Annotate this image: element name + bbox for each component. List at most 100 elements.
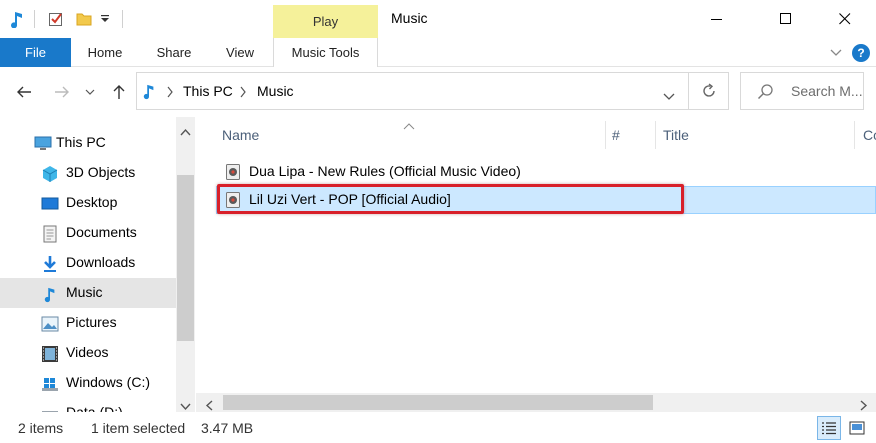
item-count: 2 items [18, 420, 64, 436]
music-icon [41, 285, 59, 303]
nav-item-label: 3D Objects [66, 164, 136, 180]
nav-item-label: Data (D:) [66, 404, 123, 412]
tab-music-tools[interactable]: Music Tools [273, 38, 378, 68]
scrollbar-thumb[interactable] [223, 395, 653, 410]
nav-item-desktop[interactable]: Desktop [0, 188, 176, 218]
new-folder-icon[interactable] [72, 7, 96, 31]
nav-item-documents[interactable]: Documents [0, 218, 176, 248]
nav-item-3d-objects[interactable]: 3D Objects [0, 158, 176, 188]
address-bar[interactable]: This PC Music [136, 72, 689, 110]
column-divider[interactable] [854, 121, 855, 149]
3d-objects-icon [41, 165, 59, 183]
nav-item-pictures[interactable]: Pictures [0, 308, 176, 338]
back-button[interactable] [12, 80, 36, 104]
tab-home[interactable]: Home [76, 38, 134, 67]
nav-item-downloads[interactable]: Downloads [0, 248, 176, 278]
maximize-button[interactable] [763, 0, 809, 38]
sort-ascending-icon [403, 117, 415, 133]
search-placeholder: Search M... [791, 83, 863, 99]
address-history-dropdown[interactable] [663, 88, 675, 104]
tab-file[interactable]: File [0, 38, 71, 67]
music-note-icon [6, 7, 28, 31]
play-context-label: Play [312, 14, 339, 29]
chevron-right-icon[interactable] [166, 85, 174, 101]
drive-icon [41, 405, 59, 412]
scrollbar-thumb[interactable] [177, 175, 194, 341]
properties-icon[interactable] [44, 7, 68, 31]
up-button[interactable] [107, 80, 131, 104]
column-header-number[interactable]: # [612, 117, 620, 153]
nav-item-data-d[interactable]: Data (D:) [0, 398, 176, 412]
help-button[interactable]: ? [850, 38, 872, 67]
selection-size: 3.47 MB [201, 420, 254, 436]
breadcrumb-music[interactable]: Music [257, 83, 294, 99]
play-context-header: Play [273, 5, 378, 38]
minimize-icon [711, 19, 722, 20]
navigation-pane: This PC 3D Objects Desktop Documents Dow… [0, 117, 176, 412]
nav-item-music[interactable]: Music [0, 278, 176, 308]
search-icon [757, 83, 775, 104]
title-bar: Play Music [0, 0, 876, 38]
horizontal-scrollbar[interactable] [196, 393, 876, 412]
nav-item-videos[interactable]: Videos [0, 338, 176, 368]
arrow-right-icon [55, 86, 69, 98]
details-view-button[interactable] [817, 416, 841, 440]
this-pc-icon [34, 135, 52, 153]
highlight-annotation [217, 184, 684, 214]
separator [122, 10, 123, 28]
nav-item-label: This PC [56, 134, 106, 150]
large-icons-view-button[interactable] [845, 416, 869, 440]
tab-view[interactable]: View [214, 38, 266, 67]
nav-item-this-pc[interactable]: This PC [0, 128, 176, 158]
column-divider[interactable] [605, 121, 606, 149]
arrow-up-icon [113, 85, 125, 99]
desktop-icon [41, 195, 59, 213]
downloads-icon [41, 255, 59, 273]
breadcrumb-this-pc[interactable]: This PC [183, 83, 233, 99]
chevron-down-icon [85, 89, 95, 95]
nav-item-label: Downloads [66, 254, 136, 270]
forward-button[interactable] [50, 80, 74, 104]
separator [34, 10, 35, 28]
drive-icon [41, 375, 59, 393]
refresh-button[interactable] [689, 72, 729, 110]
chevron-down-icon [663, 93, 675, 100]
chevron-down-icon [830, 49, 842, 56]
pictures-icon [41, 315, 59, 333]
nav-item-windows-c[interactable]: Windows (C:) [0, 368, 176, 398]
nav-pane-scrollbar[interactable] [176, 117, 195, 412]
customize-quick-access-icon[interactable] [98, 7, 112, 31]
documents-icon [41, 225, 59, 243]
audio-file-icon [226, 164, 240, 180]
videos-icon [41, 345, 59, 363]
search-box[interactable]: Search M... [740, 72, 864, 110]
close-icon [839, 13, 851, 25]
window-title: Music [391, 10, 428, 26]
arrow-left-icon [17, 86, 31, 98]
column-header-title[interactable]: Title [663, 117, 689, 153]
column-header-contributing-artists[interactable]: Co [863, 117, 876, 153]
help-icon: ? [852, 43, 870, 62]
column-header-name[interactable]: Name [222, 117, 259, 153]
refresh-icon [702, 83, 715, 97]
music-note-icon [142, 82, 156, 103]
ribbon-tabs: File Home Share View Music Tools ? [0, 38, 876, 68]
scroll-up-icon[interactable] [180, 123, 191, 139]
status-bar: 2 items 1 item selected 3.47 MB [0, 412, 876, 443]
tab-share[interactable]: Share [148, 38, 200, 67]
expand-ribbon-button[interactable] [826, 38, 846, 67]
details-view-icon [822, 422, 836, 435]
nav-item-label: Documents [66, 224, 137, 240]
recent-locations-button[interactable] [82, 80, 98, 104]
selection-count: 1 item selected [91, 420, 186, 436]
nav-item-label: Videos [66, 344, 109, 360]
column-divider[interactable] [655, 121, 656, 149]
large-icons-view-icon [849, 421, 865, 435]
nav-item-label: Pictures [66, 314, 117, 330]
close-button[interactable] [822, 0, 868, 38]
file-row-dua-lipa[interactable]: Dua Lipa - New Rules (Official Music Vid… [216, 158, 876, 186]
chevron-right-icon[interactable] [239, 85, 247, 101]
file-name: Dua Lipa - New Rules (Official Music Vid… [249, 163, 521, 179]
file-list: Name # Title Co Dua Lipa - New Rules (Of… [196, 117, 876, 412]
minimize-button[interactable] [694, 0, 740, 38]
